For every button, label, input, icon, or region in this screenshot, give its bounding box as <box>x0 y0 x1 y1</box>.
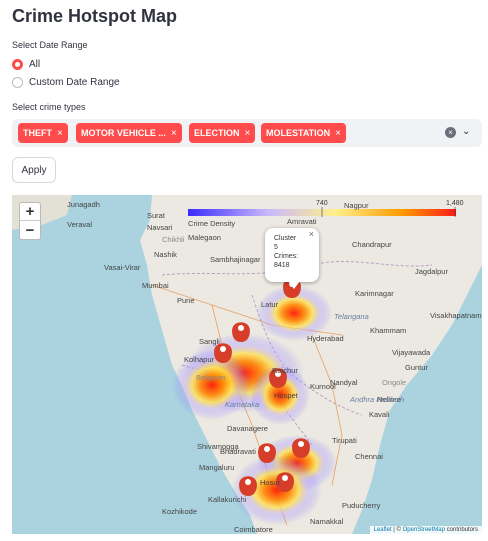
radio-selected-icon[interactable] <box>12 59 23 70</box>
chip-election[interactable]: ELECTION × <box>189 123 256 143</box>
city-label: Hyderabad <box>307 334 344 343</box>
city-label: Sambhajinagar <box>210 255 261 264</box>
city-label: Junagadh <box>67 200 100 209</box>
chip-remove-icon[interactable]: × <box>57 128 63 139</box>
radio-custom-date-range[interactable]: Custom Date Range <box>12 77 120 88</box>
map-marker[interactable] <box>258 443 276 463</box>
city-label: Mangaluru <box>199 463 235 472</box>
city-label: Khammam <box>370 326 407 335</box>
radio-custom-label: Custom Date Range <box>29 77 120 88</box>
city-label: Veraval <box>67 220 93 229</box>
city-label: Jagdalpur <box>415 267 448 276</box>
city-label: Bhadravati <box>220 447 256 456</box>
popup-line: 5 <box>274 244 278 251</box>
map-marker[interactable] <box>292 438 310 458</box>
radio-unselected-icon[interactable] <box>12 77 23 88</box>
city-label: Nashik <box>154 250 177 259</box>
city-label: Nandyal <box>330 378 358 387</box>
city-label: Hospet <box>274 391 298 400</box>
city-label: Visakhapatnam <box>430 311 482 320</box>
map-attribution: Leaflet | © OpenStreetMap contributors <box>369 526 482 534</box>
city-label: Karimnagar <box>355 289 394 298</box>
city-label: Pune <box>177 296 195 305</box>
chip-label: MOLESTATION <box>266 128 331 138</box>
city-label: Coimbatore <box>234 525 273 534</box>
radio-all-label: All <box>29 59 41 70</box>
chip-remove-icon[interactable]: × <box>335 128 341 139</box>
cluster-popup: × Cluster 5 Crimes: 8418 <box>265 228 319 282</box>
clear-all-icon[interactable]: × <box>445 127 456 138</box>
city-label: Tirupati <box>332 436 357 445</box>
city-label: Vasai-Virar <box>104 263 141 272</box>
legend-title: Crime Density <box>188 219 236 228</box>
city-label: Chennai <box>355 452 383 461</box>
chevron-down-icon[interactable]: ⌄ <box>462 126 470 137</box>
crime-map[interactable]: 740 1,480 Junagadh Surat Navsari Nagpur … <box>12 195 482 534</box>
city-label: Puducherry <box>342 501 381 510</box>
date-range-label: Select Date Range <box>12 40 88 50</box>
osm-link[interactable]: OpenStreetMap <box>403 527 445 533</box>
chip-remove-icon[interactable]: × <box>245 128 251 139</box>
popup-tip <box>288 281 300 289</box>
region-label: Andhra Pradesh <box>350 395 405 404</box>
legend-max-label: 1,480 <box>446 200 464 207</box>
radio-all[interactable]: All <box>12 59 40 70</box>
chip-molestation[interactable]: MOLESTATION × <box>261 123 347 143</box>
city-label: Belgaum <box>196 373 226 382</box>
crime-types-label: Select crime types <box>12 102 86 112</box>
page-title: Crime Hotspot Map <box>12 6 178 26</box>
legend-mid-label: 740 <box>316 200 328 207</box>
zoom-out-button[interactable]: − <box>20 221 40 239</box>
chip-remove-icon[interactable]: × <box>171 128 177 139</box>
region-label: Karnataka <box>225 400 260 409</box>
zoom-in-button[interactable]: + <box>20 203 40 221</box>
attribution-suffix: contributors <box>444 527 478 533</box>
zoom-control[interactable]: + − <box>19 202 41 240</box>
city-label: Amravati <box>287 217 317 226</box>
chip-label: MOTOR VEHICLE ... <box>81 128 166 138</box>
region-label: Telangana <box>334 312 369 321</box>
city-label: Kozhikode <box>162 507 198 516</box>
leaflet-link[interactable]: Leaflet <box>374 527 392 533</box>
chip-theft[interactable]: THEFT × <box>18 123 68 143</box>
city-label: Surat <box>147 211 165 220</box>
city-label: Hosur <box>260 478 281 487</box>
crime-types-multiselect[interactable]: THEFT × MOTOR VEHICLE ... × ELECTION × M… <box>12 119 482 147</box>
city-label: Davanagere <box>227 424 268 433</box>
city-label: Kavali <box>369 410 390 419</box>
city-label: Nagpur <box>344 201 369 210</box>
city-label: Latur <box>261 300 279 309</box>
map-marker[interactable] <box>232 322 250 342</box>
popup-close-icon[interactable]: × <box>309 230 314 239</box>
city-label: Malegaon <box>188 233 221 242</box>
map-marker[interactable] <box>239 476 257 496</box>
city-label: Sangli <box>199 337 220 346</box>
popup-line: Crimes: <box>274 253 299 260</box>
city-label: Ongole <box>382 378 407 387</box>
attribution-separator: | © <box>391 527 403 533</box>
city-label: Kallakurichi <box>208 495 247 504</box>
chip-label: THEFT <box>23 128 52 138</box>
city-label: Namakkal <box>310 517 344 526</box>
map-marker[interactable] <box>214 343 232 363</box>
city-label: Raichur <box>272 366 298 375</box>
city-label: Chikhli <box>162 235 185 244</box>
popup-line: 8418 <box>274 262 290 269</box>
city-label: Mumbai <box>142 281 169 290</box>
chip-label: ELECTION <box>194 128 240 138</box>
city-label: Chandrapur <box>352 240 392 249</box>
city-label: Vijayawada <box>392 348 431 357</box>
chip-motor-vehicle[interactable]: MOTOR VEHICLE ... × <box>76 123 182 143</box>
city-label: Kolhapur <box>184 355 215 364</box>
city-label: Guntur <box>405 363 428 372</box>
apply-button[interactable]: Apply <box>12 157 56 183</box>
city-label: Navsari <box>147 223 173 232</box>
